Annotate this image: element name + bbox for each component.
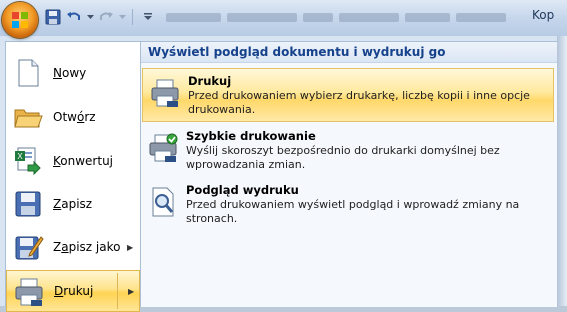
menu-item-label: Drukuj [54,284,93,298]
menu-item-label-rest: owy [61,66,87,80]
save-as-icon [15,236,44,260]
save-icon [15,191,41,217]
menu-item-save[interactable]: Zapisz [6,183,140,225]
menu-item-new[interactable]: Nowy [6,52,140,94]
menu-item-label: Nowy [53,66,86,80]
printer-icon [151,79,179,107]
undo-dropdown-icon[interactable] [86,8,94,26]
window-title: Kop [532,8,555,22]
menu-item-label-rest: rukuj [63,284,94,298]
office-logo [12,12,28,28]
print-preview-icon [152,187,174,217]
submenu-header: Wyświetl podgląd dokumentu i wydrukuj go [141,42,557,63]
menu-item-accelerator: a [61,240,69,254]
menu-item-label-prefix: Z [53,240,62,254]
window-edge [557,36,567,306]
submenu-item-print-preview[interactable]: Podgląd wydruku Przed drukowaniem wyświe… [141,178,557,232]
svg-text:X: X [17,152,23,161]
submenu-item-description: Przed drukowaniem wybierz drukarkę, licz… [188,89,530,116]
submenu-item-title: Szybkie drukowanie [186,129,316,143]
new-document-icon [18,59,39,87]
menu-item-save-as[interactable]: Zapisz jako ▶ [6,226,140,268]
quick-print-icon [149,133,178,162]
menu-item-label-rest: rz [84,110,96,124]
submenu-item-title: Drukuj [188,74,232,88]
quick-access-toolbar [44,6,157,28]
menu-item-label: Otwórz [53,110,96,124]
menu-item-label: Zapisz [53,197,92,211]
print-submenu: Wyświetl podgląd dokumentu i wydrukuj go… [140,41,558,307]
office-menu-commands: Nowy Otwórz X Konwertuj Zapisz Zapisz ja… [5,41,141,312]
redo-dropdown-icon[interactable] [118,8,126,26]
menu-item-label-rest: onwertuj [60,154,114,168]
menu-item-accelerator: N [53,66,62,80]
toolbar-divider [132,9,133,25]
menu-item-label: Zapisz jako [53,240,120,254]
title-bar: Kop [0,0,567,38]
save-icon[interactable] [44,8,62,26]
submenu-item-quick-print[interactable]: Szybkie drukowanie Wyślij skoroszyt bezp… [141,124,557,178]
submenu-arrow-icon: ▶ [127,242,134,252]
office-button[interactable] [2,2,38,38]
printer-icon [15,278,43,306]
menu-item-label-rest: pisz jako [68,240,121,254]
menu-item-accelerator: D [54,284,64,298]
menu-item-accelerator: Z [53,197,62,211]
menu-item-label: Konwertuj [53,154,113,168]
convert-icon: X [15,147,41,176]
menu-item-label-prefix: Otw [53,110,77,124]
submenu-item-title: Podgląd wydruku [186,183,299,197]
office-menu: Nowy Otwórz X Konwertuj Zapisz Zapisz ja… [0,36,567,312]
submenu-item-description: Przed drukowaniem wyświetl podgląd i wpr… [186,198,520,225]
submenu-arrow-icon[interactable]: ▶ [128,287,134,296]
menu-item-open[interactable]: Otwórz [6,96,140,138]
menu-item-convert[interactable]: X Konwertuj [6,140,140,182]
redo-icon[interactable] [97,8,115,26]
menu-item-label-rest: apisz [61,197,93,211]
blurred-title-area [166,7,526,27]
split-divider [117,273,118,309]
submenu-item-print[interactable]: Drukuj Przed drukowaniem wybierz drukark… [142,68,554,122]
undo-icon[interactable] [65,8,83,26]
submenu-item-description: Wyślij skoroszyt bezpośrednio do drukark… [186,144,500,171]
customize-toolbar-icon[interactable] [139,8,157,26]
open-folder-icon [14,109,43,128]
